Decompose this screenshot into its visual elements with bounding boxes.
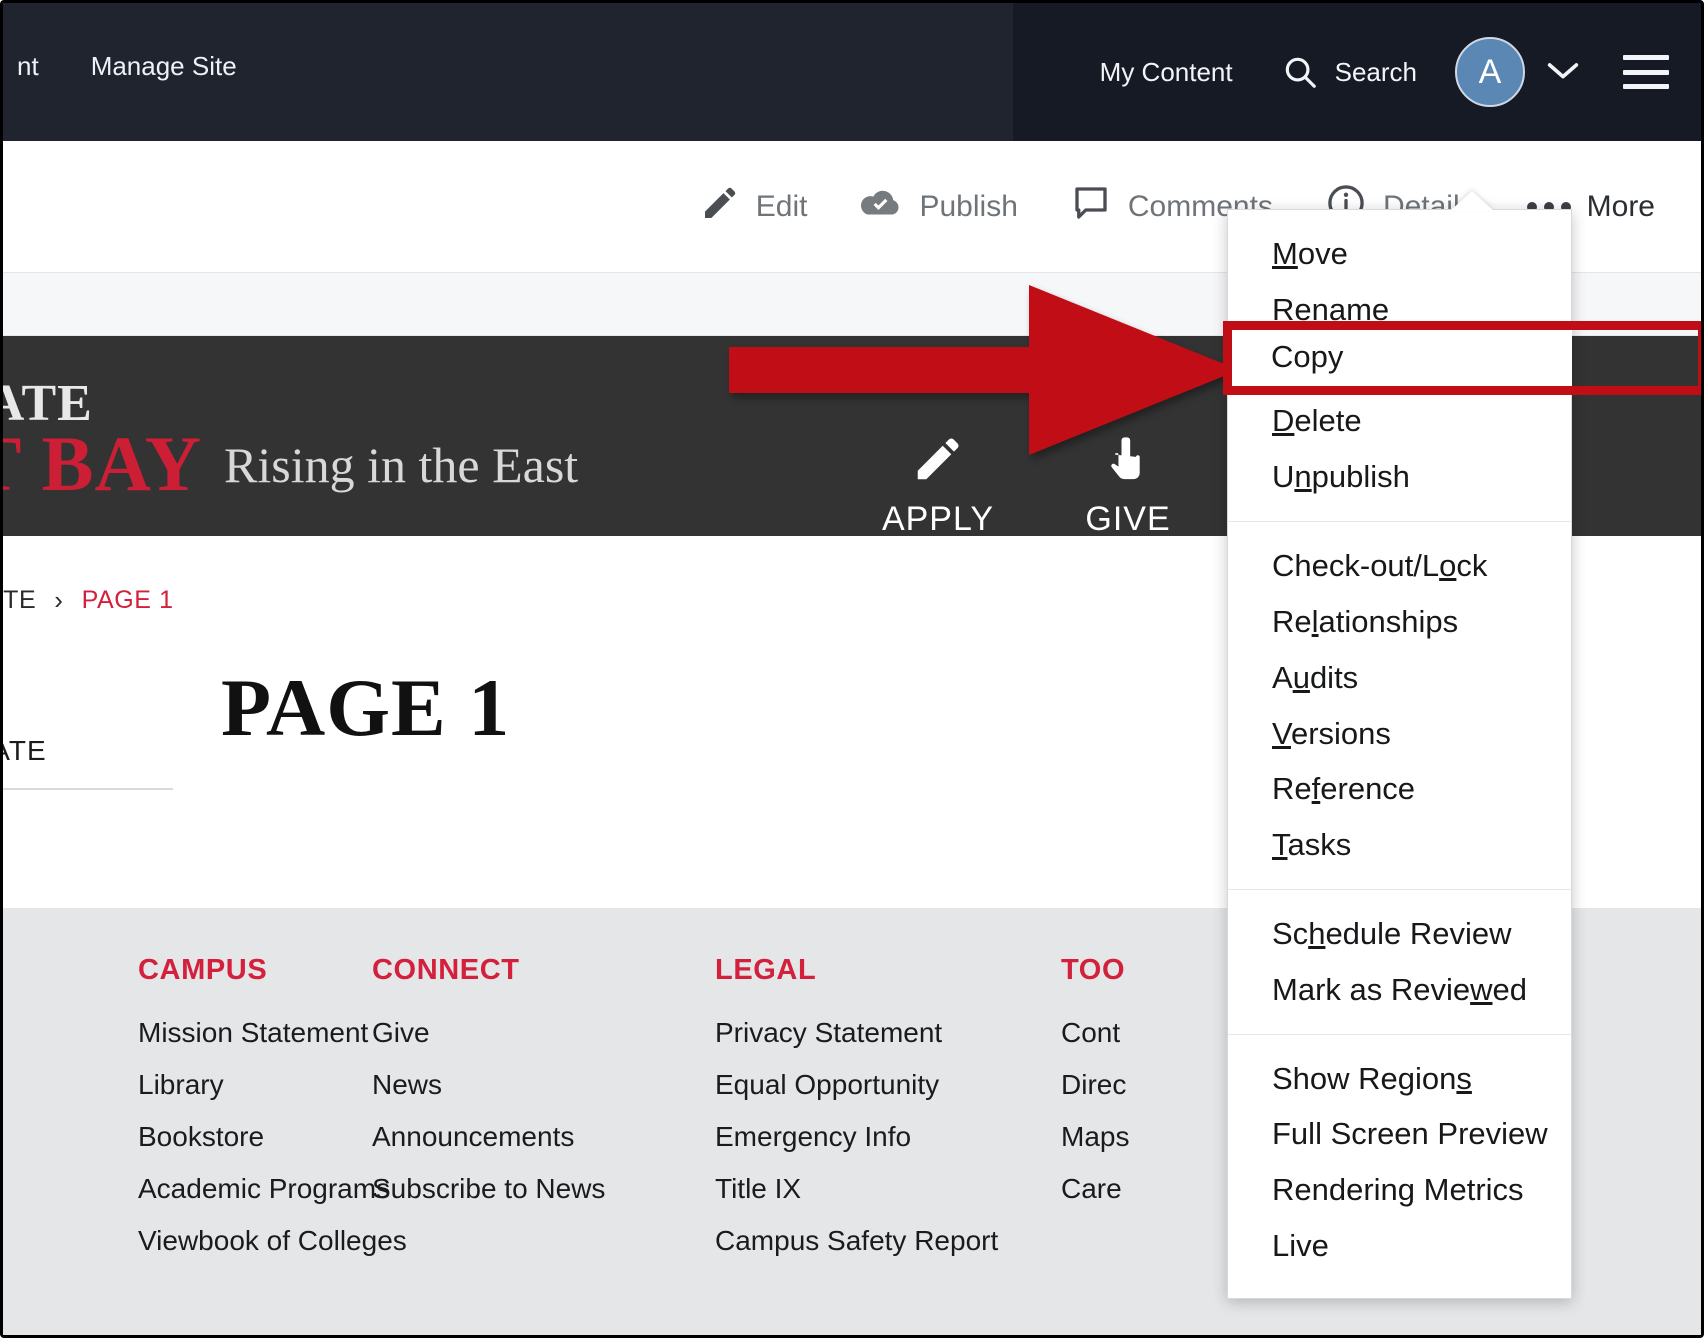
- menu-item-versions[interactable]: Versions: [1228, 706, 1571, 762]
- avatar[interactable]: A: [1455, 37, 1525, 107]
- cms-nav-search[interactable]: Search: [1257, 53, 1441, 91]
- publish-button[interactable]: Publish: [833, 183, 1043, 231]
- menu-item-show-regions[interactable]: Show Regions: [1228, 1051, 1571, 1107]
- footer-link[interactable]: Library: [138, 1069, 351, 1101]
- footer-link[interactable]: Campus Safety Report: [715, 1225, 1047, 1257]
- hamburger-menu-icon[interactable]: [1623, 55, 1669, 89]
- footer-link[interactable]: Announcements: [372, 1121, 699, 1153]
- footer-column-connect: CONNECT Give News Announcements Subscrib…: [351, 954, 699, 1277]
- footer-link[interactable]: Emergency Info: [715, 1121, 1047, 1153]
- site-nav-give-label: GIVE: [1085, 500, 1171, 538]
- footer-link[interactable]: Title IX: [715, 1173, 1047, 1205]
- pencil-icon: [700, 183, 740, 231]
- cms-nav-my-content[interactable]: My Content: [1076, 57, 1257, 88]
- annotation-arrow: [729, 285, 1239, 455]
- menu-item-audits[interactable]: Audits: [1228, 650, 1571, 706]
- footer-link[interactable]: Academic Programs: [138, 1173, 390, 1205]
- comment-icon: [1070, 182, 1112, 232]
- cms-nav-my-content-label: My Content: [1099, 56, 1233, 87]
- edit-button-label: Edit: [755, 189, 808, 223]
- cms-nav-search-label: Search: [1334, 56, 1417, 87]
- copy-highlight-label[interactable]: Copy: [1271, 339, 1343, 375]
- site-logo-line2: ST BAY: [3, 419, 203, 507]
- footer-link[interactable]: Give: [372, 1017, 699, 1049]
- footer-link[interactable]: News: [372, 1069, 699, 1101]
- footer-link[interactable]: Subscribe to News: [372, 1173, 699, 1205]
- cms-nav-manage-site[interactable]: Manage Site: [65, 51, 263, 82]
- footer-link[interactable]: Viewbook of Colleges: [138, 1225, 407, 1257]
- menu-item-unpublish[interactable]: Unpublish: [1228, 449, 1571, 505]
- side-template-label: PLATE: [3, 735, 47, 766]
- menu-item-delete[interactable]: Delete: [1228, 393, 1571, 449]
- footer-heading: LEGAL: [715, 954, 817, 986]
- menu-item-mark-as-reviewed[interactable]: Mark as Reviewed: [1228, 962, 1571, 1018]
- publish-button-label: Publish: [919, 189, 1018, 223]
- footer-heading: CAMPUS: [138, 954, 268, 986]
- site-logo-wordmark: STATE ST BAY: [3, 378, 203, 507]
- side-divider: [3, 788, 173, 790]
- site-logo[interactable]: STATE ST BAY Rising in the East: [3, 378, 579, 507]
- menu-group-2: Check-out/Lock Relationships Audits Vers…: [1228, 521, 1571, 889]
- footer-link[interactable]: Equal Opportunity: [715, 1069, 1047, 1101]
- cms-top-nav-left: nt Manage Site: [3, 51, 263, 82]
- chevron-down-icon[interactable]: [1543, 57, 1583, 88]
- menu-item-live[interactable]: Live: [1228, 1218, 1571, 1274]
- search-icon: [1281, 53, 1319, 91]
- breadcrumb-separator-icon: ›: [54, 585, 64, 615]
- screenshot-root: nt Manage Site My Content Search A Edit …: [0, 0, 1704, 1338]
- site-nav-apply-label: APPLY: [881, 500, 995, 538]
- breadcrumb: LE SITE › PAGE 1: [3, 585, 174, 616]
- cloud-check-icon: [859, 183, 903, 231]
- cms-top-bar: nt Manage Site My Content Search A: [3, 3, 1701, 141]
- site-logo-tagline: Rising in the East: [224, 436, 579, 493]
- menu-group-3: Schedule Review Mark as Reviewed: [1228, 888, 1571, 1034]
- footer-link[interactable]: Mission Statement: [138, 1017, 368, 1049]
- breadcrumb-parent[interactable]: LE SITE: [3, 586, 36, 615]
- menu-item-schedule-review[interactable]: Schedule Review: [1228, 906, 1571, 962]
- footer-column-legal: LEGAL Privacy Statement Equal Opportunit…: [699, 954, 1047, 1277]
- footer-heading: CONNECT: [372, 954, 520, 986]
- footer-link[interactable]: Bookstore: [138, 1121, 351, 1153]
- menu-item-check-out-lock[interactable]: Check-out/Lock: [1228, 538, 1571, 594]
- more-button-label: More: [1586, 189, 1655, 223]
- menu-group-4: Show Regions Full Screen Preview Renderi…: [1228, 1033, 1571, 1290]
- cms-nav-clipped-item[interactable]: nt: [3, 51, 65, 82]
- menu-item-full-screen-preview[interactable]: Full Screen Preview: [1228, 1106, 1571, 1162]
- edit-button[interactable]: Edit: [674, 183, 834, 231]
- footer-column-campus: CAMPUS Mission Statement Library Booksto…: [3, 954, 407, 1277]
- cms-top-nav-right: My Content Search A: [1013, 3, 1701, 141]
- footer-link[interactable]: Privacy Statement: [715, 1017, 1047, 1049]
- menu-item-rendering-metrics[interactable]: Rendering Metrics: [1228, 1162, 1571, 1218]
- menu-caret-icon: [1450, 191, 1494, 211]
- menu-item-relationships[interactable]: Relationships: [1228, 594, 1571, 650]
- breadcrumb-current[interactable]: PAGE 1: [82, 586, 174, 615]
- menu-item-reference[interactable]: Reference: [1228, 761, 1571, 817]
- menu-item-move[interactable]: Move: [1228, 226, 1571, 282]
- menu-item-tasks[interactable]: Tasks: [1228, 817, 1571, 873]
- page-title: PAGE 1: [221, 662, 511, 753]
